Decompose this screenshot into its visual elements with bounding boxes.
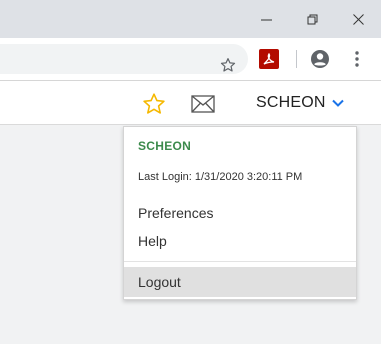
favorite-star-icon xyxy=(143,93,165,114)
minimize-button[interactable] xyxy=(243,0,289,38)
browser-menu-button[interactable] xyxy=(347,47,367,71)
user-menu-label: SCHEON xyxy=(256,94,326,111)
messages-button[interactable] xyxy=(190,92,216,116)
menu-item-label: Help xyxy=(138,233,167,249)
profile-button[interactable] xyxy=(308,47,332,71)
menu-item-logout[interactable]: Logout xyxy=(124,267,356,297)
more-vert-icon xyxy=(355,51,359,67)
close-button[interactable] xyxy=(335,0,381,38)
account-circle-icon xyxy=(311,50,329,68)
close-icon xyxy=(352,13,364,25)
dropdown-username: SCHEON xyxy=(138,139,192,153)
bookmark-star-button[interactable] xyxy=(216,53,240,77)
menu-divider xyxy=(124,261,356,262)
menu-item-label: Preferences xyxy=(138,205,214,221)
restore-icon xyxy=(307,14,317,24)
toolbar-separator xyxy=(296,50,297,68)
user-menu-button[interactable]: SCHEON xyxy=(256,91,344,115)
menu-item-preferences[interactable]: Preferences xyxy=(124,200,356,226)
favorites-button[interactable] xyxy=(141,91,167,117)
chevron-down-icon xyxy=(331,99,344,107)
user-dropdown-menu: SCHEON Last Login: 1/31/2020 3:20:11 PM … xyxy=(123,126,357,300)
star-icon xyxy=(220,58,236,72)
menu-item-help[interactable]: Help xyxy=(124,228,356,254)
last-login-text: Last Login: 1/31/2020 3:20:11 PM xyxy=(138,171,303,183)
menu-item-label: Logout xyxy=(138,274,181,290)
mail-icon xyxy=(191,95,215,113)
pdf-extension-button[interactable] xyxy=(259,49,279,69)
pdf-extension-icon xyxy=(263,52,275,65)
restore-button[interactable] xyxy=(289,0,335,38)
browser-title-bar xyxy=(0,0,381,38)
address-bar[interactable] xyxy=(0,44,248,74)
minimize-icon xyxy=(260,19,272,20)
